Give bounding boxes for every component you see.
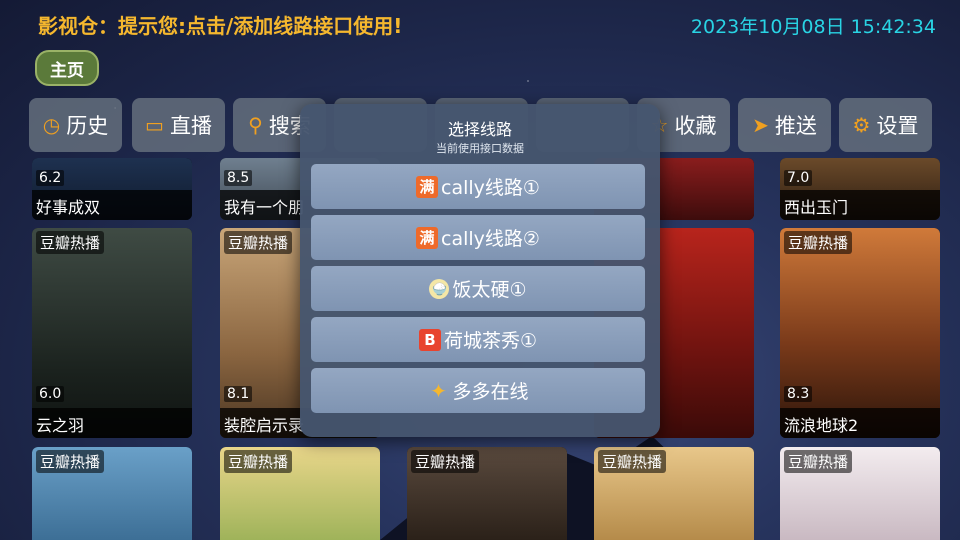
douban-badge: 豆瓣热播 [784,231,853,254]
route-option[interactable]: 满 cally线路② [311,215,645,260]
media-card[interactable]: 豆瓣热播 [32,447,192,540]
media-card[interactable]: 豆瓣热播 [594,447,754,540]
rating-label: 6.2 [36,170,65,186]
clock-icon: ◷ [42,113,61,137]
nav-label: 设置 [876,114,919,138]
nav-label: 推送 [774,114,817,138]
media-card[interactable]: 豆瓣热播 [780,447,940,540]
media-card[interactable]: 豆瓣热播 [220,447,380,540]
douban-badge: 豆瓣热播 [36,450,105,473]
media-title: 好事成双 [32,190,192,220]
b-icon: B [418,328,441,351]
rating-label: 7.0 [784,170,813,186]
sparkle-icon: ✦ [430,378,447,403]
send-icon: ➤ [752,113,769,137]
live-button[interactable]: ▭ 直播 [132,98,225,152]
route-label: 多多在线 [452,381,529,403]
douban-badge: 豆瓣热播 [224,450,293,473]
history-button[interactable]: ◷ 历史 [29,98,122,152]
media-card[interactable]: 7.0 西出玉门 [780,158,940,220]
push-button[interactable]: ➤ 推送 [738,98,831,152]
route-option[interactable]: 🍚 饭太硬① [311,266,645,311]
man-icon: 满 [416,175,439,198]
route-option[interactable]: ✦ 多多在线 [311,368,645,413]
poster-image [780,228,940,438]
douban-badge: 豆瓣热播 [224,231,293,254]
nav-label: 收藏 [674,114,717,138]
app-title[interactable]: 影视仓：提示您:点击/添加线路接口使用! [38,10,402,39]
route-label: cally线路② [441,228,540,250]
media-card[interactable]: 豆瓣热播 8.3 流浪地球2 [780,228,940,438]
media-card[interactable]: 豆瓣热播 [407,447,567,540]
douban-badge: 豆瓣热播 [36,231,105,254]
route-label: 饭太硬① [452,279,527,301]
home-tab[interactable]: 主页 [35,50,99,86]
nav-label: 历史 [66,114,109,138]
nav-label: 直播 [169,114,212,138]
media-title: 流浪地球2 [780,408,940,438]
rating-label: 6.0 [36,386,65,402]
douban-badge: 豆瓣热播 [784,450,853,473]
rice-bowl-icon: 🍚 [429,278,450,299]
datetime: 2023年10月08日 15:42:34 [690,16,936,38]
settings-button[interactable]: ⚙ 设置 [839,98,932,152]
poster-image [32,228,192,438]
rating-label: 8.5 [224,170,253,186]
tv-icon: ▭ [145,113,164,137]
douban-badge: 豆瓣热播 [411,450,480,473]
rating-label: 8.1 [224,386,253,402]
route-option[interactable]: B 荷城茶秀① [311,317,645,362]
route-label: cally线路① [441,177,540,199]
media-card[interactable]: 豆瓣热播 6.0 云之羽 [32,228,192,438]
route-option[interactable]: 满 cally线路① [311,164,645,209]
media-title: 西出玉门 [780,190,940,220]
route-select-dialog: 选择线路 当前使用接口数据 满 cally线路① 满 cally线路② 🍚 饭太… [300,104,660,437]
man-icon: 满 [416,226,439,249]
dialog-subtitle: 当前使用接口数据 [436,142,524,155]
gear-icon: ⚙ [852,113,871,137]
media-card[interactable]: 6.2 好事成双 [32,158,192,220]
dialog-title: 选择线路 [447,120,512,139]
search-icon: ⚲ [248,113,263,137]
douban-badge: 豆瓣热播 [598,450,667,473]
media-title: 云之羽 [32,408,192,438]
rating-label: 8.3 [784,386,813,402]
route-label: 荷城茶秀① [443,330,538,352]
